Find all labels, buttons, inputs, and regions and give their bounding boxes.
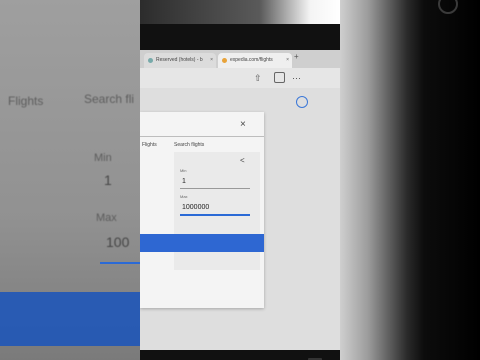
close-icon[interactable]: ×: [240, 120, 246, 130]
account-icon[interactable]: [296, 96, 308, 108]
close-tab-icon[interactable]: ×: [286, 53, 289, 68]
echo-max-label: Max: [96, 212, 117, 224]
light-glare: [140, 0, 340, 24]
favicon-icon: [148, 58, 153, 63]
browser-toolbar: ⇧ ⋯: [140, 68, 340, 88]
browser-tab-1-label: Reserved (hotels) - b: [156, 57, 203, 63]
phone-photo: Reserved (hotels) - b × expedia.com/flig…: [140, 0, 340, 360]
max-input-underline: [180, 214, 250, 216]
share-icon[interactable]: <: [240, 156, 245, 165]
web-page: × Flights Search flights < Min 1 Max 100…: [140, 88, 340, 360]
new-tab-button[interactable]: +: [294, 52, 299, 61]
echo-blue-bar: [0, 292, 140, 346]
browser-tab-2-label: expedia.com/flights: [230, 57, 273, 63]
echo-tab-search: Search fli: [84, 92, 135, 106]
favicon-icon: [222, 58, 227, 63]
close-tab-icon[interactable]: ×: [210, 53, 213, 68]
echo-max-underline: [100, 262, 140, 264]
left-blur-pillar: Flights Search fli Min 1 Max 100: [0, 0, 140, 360]
echo-max-value: 100: [106, 234, 130, 250]
echo-min-value: 1: [104, 172, 112, 188]
min-input-underline: [180, 188, 250, 189]
more-icon[interactable]: ⋯: [292, 72, 302, 84]
apply-button[interactable]: [140, 234, 264, 252]
browser-tab-1[interactable]: Reserved (hotels) - b ×: [144, 53, 216, 68]
device-screen: Reserved (hotels) - b × expedia.com/flig…: [140, 50, 340, 360]
browser-tab-bar: Reserved (hotels) - b × expedia.com/flig…: [140, 50, 340, 68]
right-light-gradient: [340, 0, 480, 360]
min-label: Min: [180, 168, 187, 173]
max-label: Max: [180, 194, 188, 199]
price-filter-dialog: × Flights Search flights < Min 1 Max 100…: [140, 112, 264, 308]
tab-search-flights[interactable]: Search flights: [174, 142, 204, 148]
tabs-icon[interactable]: [274, 72, 285, 83]
dialog-divider: [140, 136, 264, 137]
echo-min-label: Min: [94, 152, 112, 164]
price-range-card: < Min 1 Max 1000000: [174, 152, 260, 270]
tab-flights[interactable]: Flights: [142, 142, 157, 148]
share-icon[interactable]: ⇧: [254, 72, 262, 84]
browser-tab-2[interactable]: expedia.com/flights ×: [218, 53, 292, 68]
right-blur-pillar: [340, 0, 480, 360]
echo-tab-flights: Flights: [8, 94, 44, 108]
min-input[interactable]: 1: [182, 178, 186, 185]
max-input[interactable]: 1000000: [182, 204, 209, 211]
